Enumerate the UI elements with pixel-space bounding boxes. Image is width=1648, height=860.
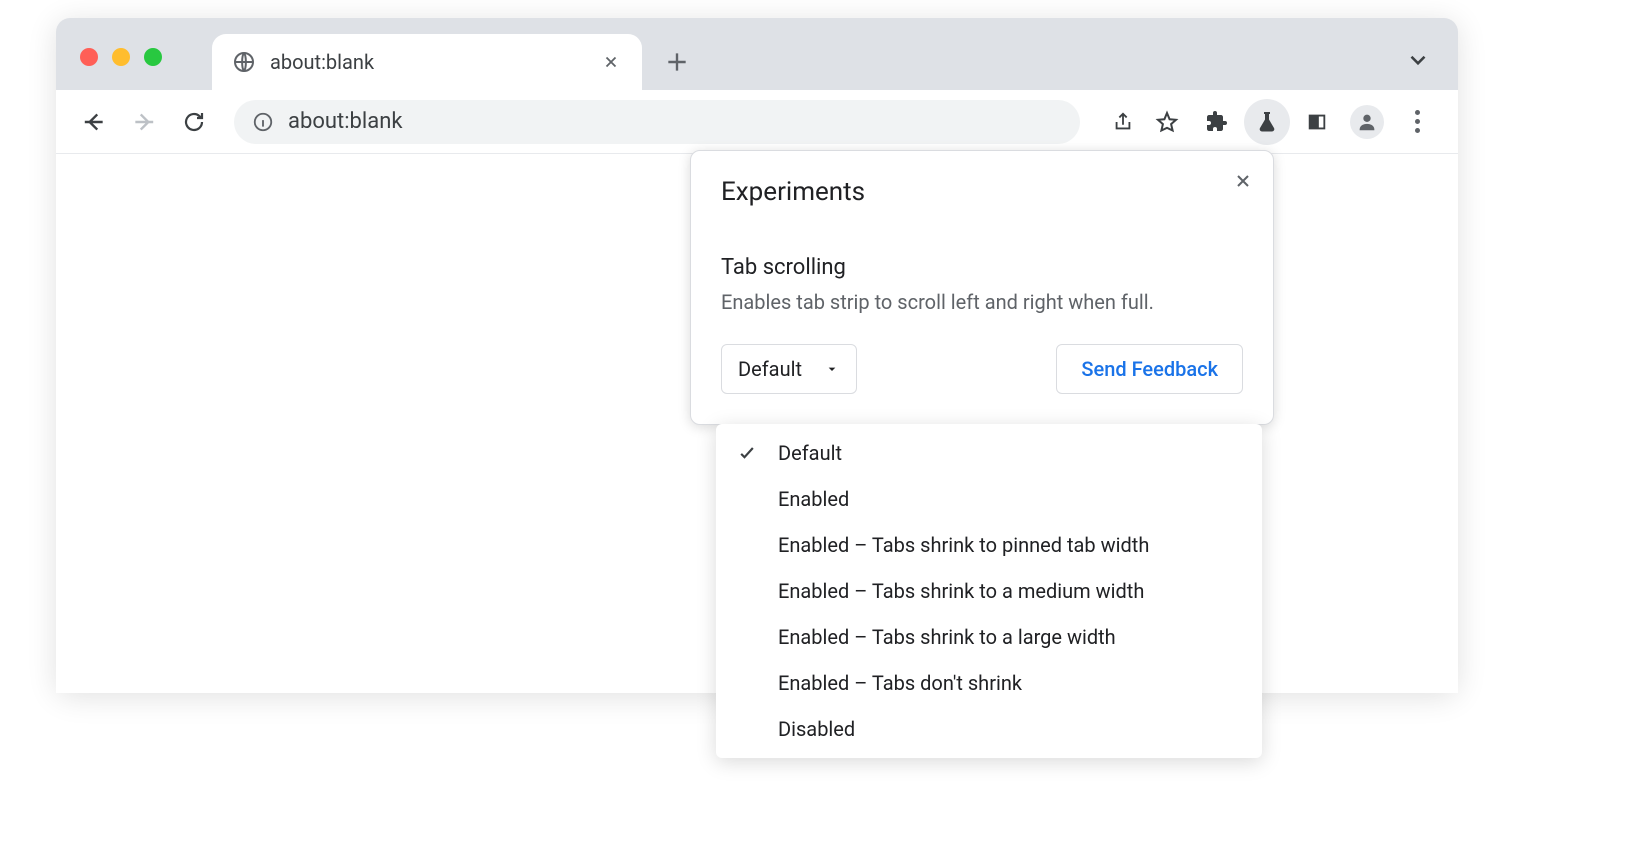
dropdown-option[interactable]: Disabled	[716, 706, 1262, 752]
feedback-label: Send Feedback	[1081, 357, 1218, 381]
dropdown-option-label: Enabled	[778, 487, 849, 511]
experiment-controls: Default Send Feedback	[721, 344, 1243, 394]
experiments-button[interactable]	[1244, 99, 1290, 145]
avatar-icon	[1350, 105, 1384, 139]
tab-search-button[interactable]	[1398, 40, 1438, 80]
address-bar[interactable]: about:blank	[234, 100, 1080, 144]
side-panel-button[interactable]	[1294, 99, 1340, 145]
dropdown-option[interactable]: Enabled – Tabs shrink to a medium width	[716, 568, 1262, 614]
dropdown-option-label: Enabled – Tabs shrink to a large width	[778, 625, 1116, 649]
dropdown-option-label: Disabled	[778, 717, 855, 741]
popup-title: Experiments	[721, 177, 1243, 207]
dropdown-option[interactable]: Enabled – Tabs shrink to a large width	[716, 614, 1262, 660]
experiment-description: Enables tab strip to scroll left and rig…	[721, 288, 1243, 316]
close-popup-button[interactable]	[1227, 165, 1259, 197]
profile-button[interactable]	[1344, 99, 1390, 145]
toolbar: about:blank	[56, 90, 1458, 154]
extensions-button[interactable]	[1194, 99, 1240, 145]
select-value: Default	[738, 357, 802, 381]
experiments-popup: Experiments Tab scrolling Enables tab st…	[690, 150, 1274, 425]
experiment-select-dropdown: Default Enabled Enabled – Tabs shrink to p…	[716, 424, 1262, 758]
dropdown-option[interactable]: Enabled	[716, 476, 1262, 522]
menu-button[interactable]	[1394, 99, 1440, 145]
info-icon	[252, 111, 274, 133]
window-controls	[80, 48, 162, 66]
dropdown-option[interactable]: Enabled – Tabs shrink to pinned tab widt…	[716, 522, 1262, 568]
tab-strip: about:blank	[56, 18, 1458, 90]
minimize-window-button[interactable]	[112, 48, 130, 66]
experiment-select[interactable]: Default	[721, 344, 857, 394]
globe-icon	[232, 50, 256, 74]
caret-down-icon	[824, 361, 840, 377]
maximize-window-button[interactable]	[144, 48, 162, 66]
browser-tab[interactable]: about:blank	[212, 34, 642, 90]
close-tab-button[interactable]	[600, 51, 622, 73]
forward-button[interactable]	[124, 102, 164, 142]
experiment-name: Tab scrolling	[721, 255, 1243, 280]
kebab-icon	[1415, 110, 1420, 133]
send-feedback-button[interactable]: Send Feedback	[1056, 344, 1243, 394]
back-button[interactable]	[74, 102, 114, 142]
tab-title: about:blank	[270, 50, 586, 74]
reload-button[interactable]	[174, 102, 214, 142]
dropdown-option-label: Default	[778, 441, 842, 465]
bookmark-button[interactable]	[1144, 99, 1190, 145]
share-button[interactable]	[1100, 99, 1146, 145]
address-bar-text: about:blank	[288, 109, 403, 134]
check-icon	[734, 443, 760, 463]
dropdown-option-label: Enabled – Tabs shrink to pinned tab widt…	[778, 533, 1149, 557]
toolbar-actions	[1100, 99, 1440, 145]
dropdown-option[interactable]: Enabled – Tabs don't shrink	[716, 660, 1262, 706]
close-window-button[interactable]	[80, 48, 98, 66]
dropdown-option-label: Enabled – Tabs don't shrink	[778, 671, 1022, 695]
new-tab-button[interactable]	[652, 37, 702, 87]
dropdown-option[interactable]: Default	[716, 430, 1262, 476]
dropdown-option-label: Enabled – Tabs shrink to a medium width	[778, 579, 1144, 603]
